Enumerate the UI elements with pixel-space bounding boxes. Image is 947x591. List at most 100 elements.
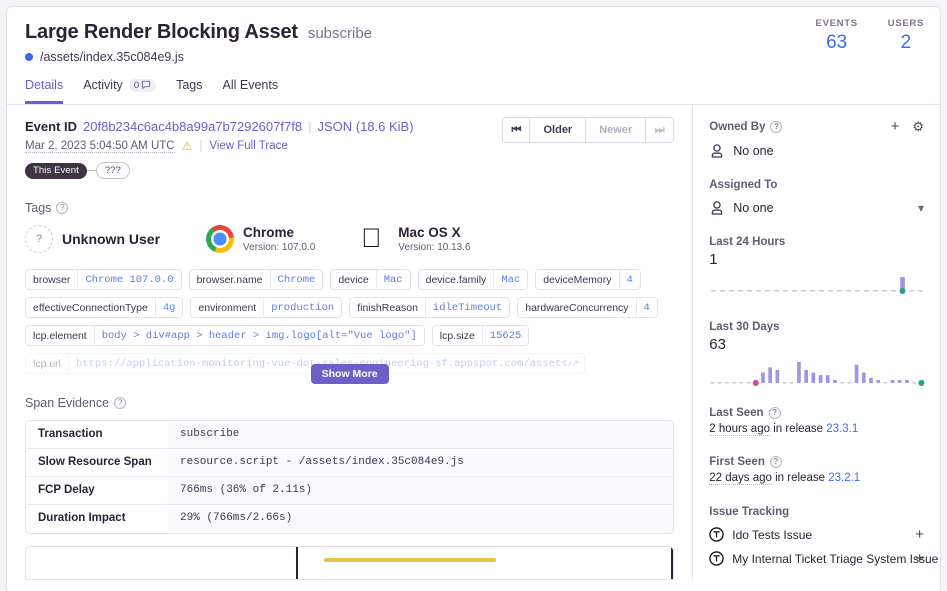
show-more-button[interactable]: Show More bbox=[310, 364, 389, 384]
last-seen-time: 2 hours ago bbox=[709, 423, 770, 436]
event-id-value[interactable]: 20f8b234c6ac4b8a99a7b7292607f7f8 bbox=[83, 119, 302, 134]
last-seen-release-link[interactable]: 23.3.1 bbox=[826, 423, 858, 435]
plus-icon[interactable]: + bbox=[915, 551, 924, 566]
issue-detail-card: Large Render Blocking Asset subscribe /a… bbox=[6, 6, 941, 591]
row-value: subscribe bbox=[168, 421, 674, 448]
json-link[interactable]: JSON (18.6 KiB) bbox=[317, 119, 413, 134]
tag-pill[interactable]: deviceMemory 4 bbox=[535, 269, 641, 290]
last-seen-section: Last Seen ? 2 hours ago in release 23.3.… bbox=[709, 407, 924, 436]
issue-tracking-item[interactable]: Ido Tests Issue + bbox=[709, 527, 924, 542]
question-mark-icon[interactable]: ? bbox=[768, 407, 781, 419]
issue-stats: EVENTS 63 USERS 2 bbox=[816, 18, 924, 54]
tag-pill[interactable]: device.family Mac bbox=[417, 269, 529, 290]
last-24-hours-count: 1 bbox=[709, 251, 718, 268]
integration-circle-icon bbox=[709, 551, 724, 566]
table-row: Transaction subscribe bbox=[26, 421, 674, 449]
last-seen-label: Last Seen bbox=[709, 407, 764, 419]
question-mark-icon[interactable]: ? bbox=[114, 397, 127, 409]
tag-pill[interactable]: browser.name Chrome bbox=[188, 269, 324, 290]
tab-tags[interactable]: Tags bbox=[176, 78, 202, 104]
waterfall-bars-column bbox=[298, 547, 674, 579]
table-row: Slow Resource Span resource.script - /as… bbox=[26, 449, 674, 477]
unknown-trace-badge[interactable]: ??? bbox=[95, 162, 130, 179]
owned-by-header: Owned By ? + ⚙ bbox=[709, 119, 924, 134]
owned-by-value-row[interactable]: No one bbox=[709, 143, 924, 159]
issue-tracking-item-label: My Internal Ticket Triage System Issue bbox=[732, 551, 939, 566]
tag-pill[interactable]: effectiveConnectionType 4g bbox=[25, 297, 184, 318]
tag-pill[interactable]: finishReason idleTimeout bbox=[349, 297, 511, 318]
browser-version: Version: 107.0.0 bbox=[243, 241, 316, 253]
divider: | bbox=[199, 140, 203, 152]
tag-value: 4g bbox=[162, 301, 176, 314]
tag-key: device.family bbox=[419, 270, 495, 289]
span-waterfall-preview[interactable] bbox=[25, 546, 675, 580]
sidebar: Owned By ? + ⚙ No one Assigned To No one… bbox=[693, 105, 940, 580]
unknown-user-avatar-icon: ? bbox=[25, 225, 53, 253]
first-seen-header: First Seen ? bbox=[709, 456, 924, 468]
chevron-down-icon[interactable]: ▾ bbox=[918, 201, 924, 215]
stat-users[interactable]: USERS 2 bbox=[888, 18, 924, 54]
tag-highlight-browser[interactable]: Chrome Version: 107.0.0 bbox=[206, 225, 315, 253]
tab-bar: Details Activity 0 Tags All Events bbox=[7, 78, 940, 105]
plus-icon[interactable]: + bbox=[891, 119, 900, 134]
issue-tracking-label: Issue Tracking bbox=[709, 506, 790, 518]
tag-key: deviceMemory bbox=[536, 270, 620, 289]
assigned-to-label: Assigned To bbox=[709, 179, 778, 191]
stat-events[interactable]: EVENTS 63 bbox=[816, 18, 858, 54]
chrome-logo-icon bbox=[206, 225, 235, 253]
status-dot-icon bbox=[25, 53, 33, 61]
last-seen-in-release: in release bbox=[773, 423, 824, 435]
person-icon bbox=[712, 201, 723, 215]
integration-circle-icon bbox=[709, 527, 724, 542]
tag-key: hardwareConcurrency bbox=[518, 298, 637, 317]
tag-pill[interactable]: browser Chrome 107.0.0 bbox=[25, 269, 182, 290]
tag-highlight-user[interactable]: ? Unknown User bbox=[25, 225, 160, 253]
question-mark-icon[interactable]: ? bbox=[769, 456, 782, 468]
tab-tags-label: Tags bbox=[176, 78, 203, 92]
file-row: /assets/index.35c084e9.js bbox=[25, 50, 922, 64]
warning-triangle-icon[interactable]: ⚠ bbox=[182, 139, 193, 153]
first-seen-section: First Seen ? 22 days ago in release 23.2… bbox=[709, 456, 924, 485]
owned-by-section: Owned By ? + ⚙ No one bbox=[709, 119, 924, 159]
issue-tracking-item[interactable]: My Internal Ticket Triage System Issue + bbox=[709, 551, 938, 566]
last-seen-header: Last Seen ? bbox=[709, 407, 924, 419]
tab-details[interactable]: Details bbox=[25, 78, 64, 104]
plus-icon[interactable]: + bbox=[915, 527, 924, 542]
tag-pill[interactable]: device Mac bbox=[330, 269, 411, 290]
latest-event-button[interactable]: ⏭ bbox=[646, 118, 673, 142]
gear-icon[interactable]: ⚙ bbox=[912, 120, 924, 133]
last-30-days-sparkline[interactable] bbox=[709, 360, 925, 386]
view-full-trace-link[interactable]: View Full Trace bbox=[209, 140, 287, 152]
tab-all-events[interactable]: All Events bbox=[223, 78, 279, 104]
question-mark-icon[interactable]: ? bbox=[56, 202, 69, 214]
last-seen-value: 2 hours ago in release 23.3.1 bbox=[709, 423, 924, 436]
tag-pill[interactable]: hardwareConcurrency 4 bbox=[517, 297, 658, 318]
tag-pill[interactable]: lcp.size 15625 bbox=[431, 325, 530, 346]
assigned-to-value-row[interactable]: No one ▾ bbox=[709, 200, 924, 216]
newer-event-button[interactable]: Newer bbox=[586, 118, 647, 142]
tag-highlight-os[interactable]:  Mac OS X Version: 10.13.6 bbox=[361, 225, 470, 253]
first-seen-release-link[interactable]: 23.2.1 bbox=[828, 472, 860, 484]
content-body: ⏮ Older Newer ⏭ Event ID 20f8b234c6ac4b8… bbox=[7, 105, 940, 580]
event-id-label: Event ID bbox=[25, 119, 78, 134]
older-event-button[interactable]: Older bbox=[530, 118, 587, 142]
tag-pill[interactable]: lcp.url https://application-monitoring-v… bbox=[25, 353, 585, 374]
assigned-to-value: No one bbox=[733, 201, 774, 215]
sparkline-30d-chart bbox=[710, 362, 925, 386]
event-pagination: ⏮ Older Newer ⏭ bbox=[502, 117, 675, 143]
tag-key: lcp.size bbox=[433, 326, 483, 345]
person-icon bbox=[712, 144, 723, 158]
first-seen-value: 22 days ago in release 23.2.1 bbox=[709, 472, 924, 485]
user-name: Unknown User bbox=[62, 230, 161, 247]
tab-activity[interactable]: Activity 0 bbox=[83, 78, 157, 104]
first-event-button[interactable]: ⏮ bbox=[503, 118, 531, 142]
tab-all-events-label: All Events bbox=[222, 78, 279, 92]
sparkline-24h-chart bbox=[711, 277, 924, 294]
last-24-hours-sparkline[interactable] bbox=[709, 275, 924, 301]
row-value: 29% (766ms/2.66s) bbox=[168, 505, 674, 533]
tag-pill[interactable]: lcp.element body > div#app > header > im… bbox=[25, 325, 425, 346]
question-mark-icon[interactable]: ? bbox=[770, 120, 783, 133]
tag-pill[interactable]: environment production bbox=[190, 297, 343, 318]
external-link-icon[interactable]: ↗ bbox=[571, 354, 584, 373]
os-name: Mac OS X bbox=[398, 225, 461, 241]
